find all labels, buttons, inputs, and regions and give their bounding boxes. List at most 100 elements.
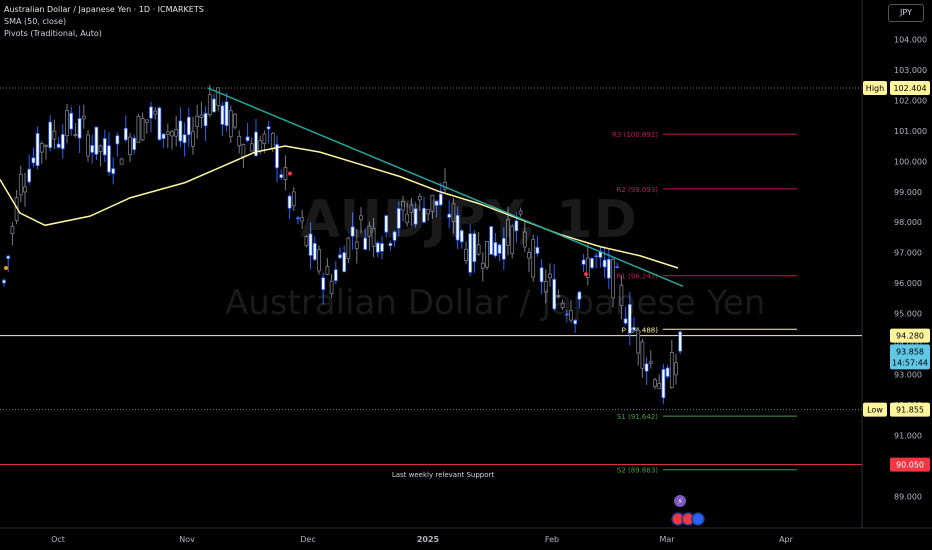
x-tick-label: 2025 <box>417 535 440 544</box>
candle-body <box>615 266 620 269</box>
candle-body <box>44 144 48 147</box>
last-price-value: 93.858 <box>896 347 924 356</box>
candle-body <box>191 131 195 147</box>
candle-body <box>216 87 221 106</box>
signal-marker <box>584 272 588 277</box>
support-annotation: Last weekly relevant Support <box>392 471 495 479</box>
candle-body <box>98 145 103 152</box>
candle-body <box>678 331 683 352</box>
candle-body <box>661 368 666 399</box>
candle-body <box>283 167 288 180</box>
level-tag-90-050: 90.050 <box>896 461 924 470</box>
y-tick-label: 101.000 <box>894 127 927 136</box>
candle-body <box>258 140 263 152</box>
legend-sma[interactable]: SMA (50, close) <box>4 16 204 28</box>
legend-pivots[interactable]: Pivots (Traditional, Auto) <box>4 28 204 40</box>
y-tick-label: 91.000 <box>894 432 922 441</box>
y-tick-label: 98.000 <box>894 218 922 227</box>
candle-body <box>69 112 74 130</box>
candle-body <box>325 265 330 275</box>
candle-body <box>182 134 187 144</box>
candle-body <box>31 157 36 164</box>
candle-body <box>157 107 162 141</box>
candle-body <box>178 120 183 142</box>
candle-body <box>527 252 531 259</box>
candle-body <box>594 255 599 258</box>
candle-body <box>669 352 674 389</box>
candle-body <box>287 195 292 209</box>
price-chart[interactable]: 104.000 103.000 102.000 101.000 100.000 99.00… <box>0 0 932 550</box>
candle-body <box>224 101 229 127</box>
candle-body <box>102 138 107 156</box>
candle-body <box>111 168 116 175</box>
pivot-label: R3 (100.892) <box>612 131 658 139</box>
candle-body <box>73 134 78 136</box>
candle-body <box>636 329 641 354</box>
candle-body <box>262 133 267 144</box>
candle-body <box>81 115 86 120</box>
legend-title[interactable]: Australian Dollar / Japanese Yen · 1D · … <box>4 4 204 16</box>
candle-body <box>338 254 342 259</box>
candle-body <box>60 133 65 150</box>
currency-button[interactable]: JPY <box>888 4 924 22</box>
candle-body <box>602 259 607 268</box>
candle-body <box>606 258 611 279</box>
x-tick-label: Apr <box>779 535 794 544</box>
candle-body <box>195 115 200 128</box>
y-tick-label: 103.000 <box>894 66 927 75</box>
candle-body <box>35 132 40 167</box>
candle-body <box>52 130 57 140</box>
level-tag-94-280: 94.280 <box>896 332 924 341</box>
candle-body <box>18 174 23 196</box>
candle-body <box>648 361 653 364</box>
candle-body <box>128 136 132 156</box>
signal-marker <box>4 265 8 270</box>
y-tick-label: 89.000 <box>894 493 922 502</box>
candle-body <box>581 259 586 265</box>
candle-body <box>132 137 137 151</box>
candle-body <box>590 258 594 269</box>
candle-body <box>86 134 90 157</box>
candle-body <box>115 135 120 145</box>
candle-body <box>2 279 6 284</box>
low-tag-value: 91.855 <box>896 406 924 415</box>
last-price-countdown: 14:57:44 <box>892 358 928 367</box>
y-tick-label: 102.000 <box>894 96 927 105</box>
x-tick-label: Nov <box>179 535 195 544</box>
candle-body <box>56 143 61 148</box>
x-tick-label: Dec <box>300 535 315 544</box>
candle-body <box>90 144 95 153</box>
candle-body <box>174 129 179 137</box>
candle-body <box>186 116 191 136</box>
candle-body <box>27 168 32 183</box>
candle-body <box>237 135 242 147</box>
x-tick-label: Feb <box>545 535 559 544</box>
candle-body <box>665 367 670 377</box>
candle-body <box>233 113 237 128</box>
candle-body <box>170 131 174 137</box>
candle-body <box>119 158 124 165</box>
candle-body <box>632 327 636 331</box>
candle-body <box>539 267 544 283</box>
candle-body <box>220 105 225 125</box>
candle-body <box>674 362 678 376</box>
high-tag-value: 102.404 <box>893 84 926 93</box>
y-tick-label: 99.000 <box>894 188 922 197</box>
candle-body <box>203 112 208 127</box>
candle-body <box>140 118 145 141</box>
candle-body <box>161 133 166 140</box>
candle-body <box>107 145 111 173</box>
watermark-symbol: AUDJPY, 1D <box>300 190 638 250</box>
pivot-label: S2 (89.883) <box>617 467 658 475</box>
candle-body <box>153 110 158 115</box>
candle-body <box>245 136 250 142</box>
candle-body <box>266 126 271 130</box>
flag-event-icon <box>691 512 705 526</box>
candle-body <box>165 131 170 135</box>
watermark-name: Australian Dollar / Japanese Yen <box>225 283 766 323</box>
candle-body <box>212 98 216 113</box>
candle-body <box>653 379 657 387</box>
candle-body <box>548 273 552 278</box>
candle-body <box>342 252 347 273</box>
high-tag-label: High <box>866 84 884 93</box>
